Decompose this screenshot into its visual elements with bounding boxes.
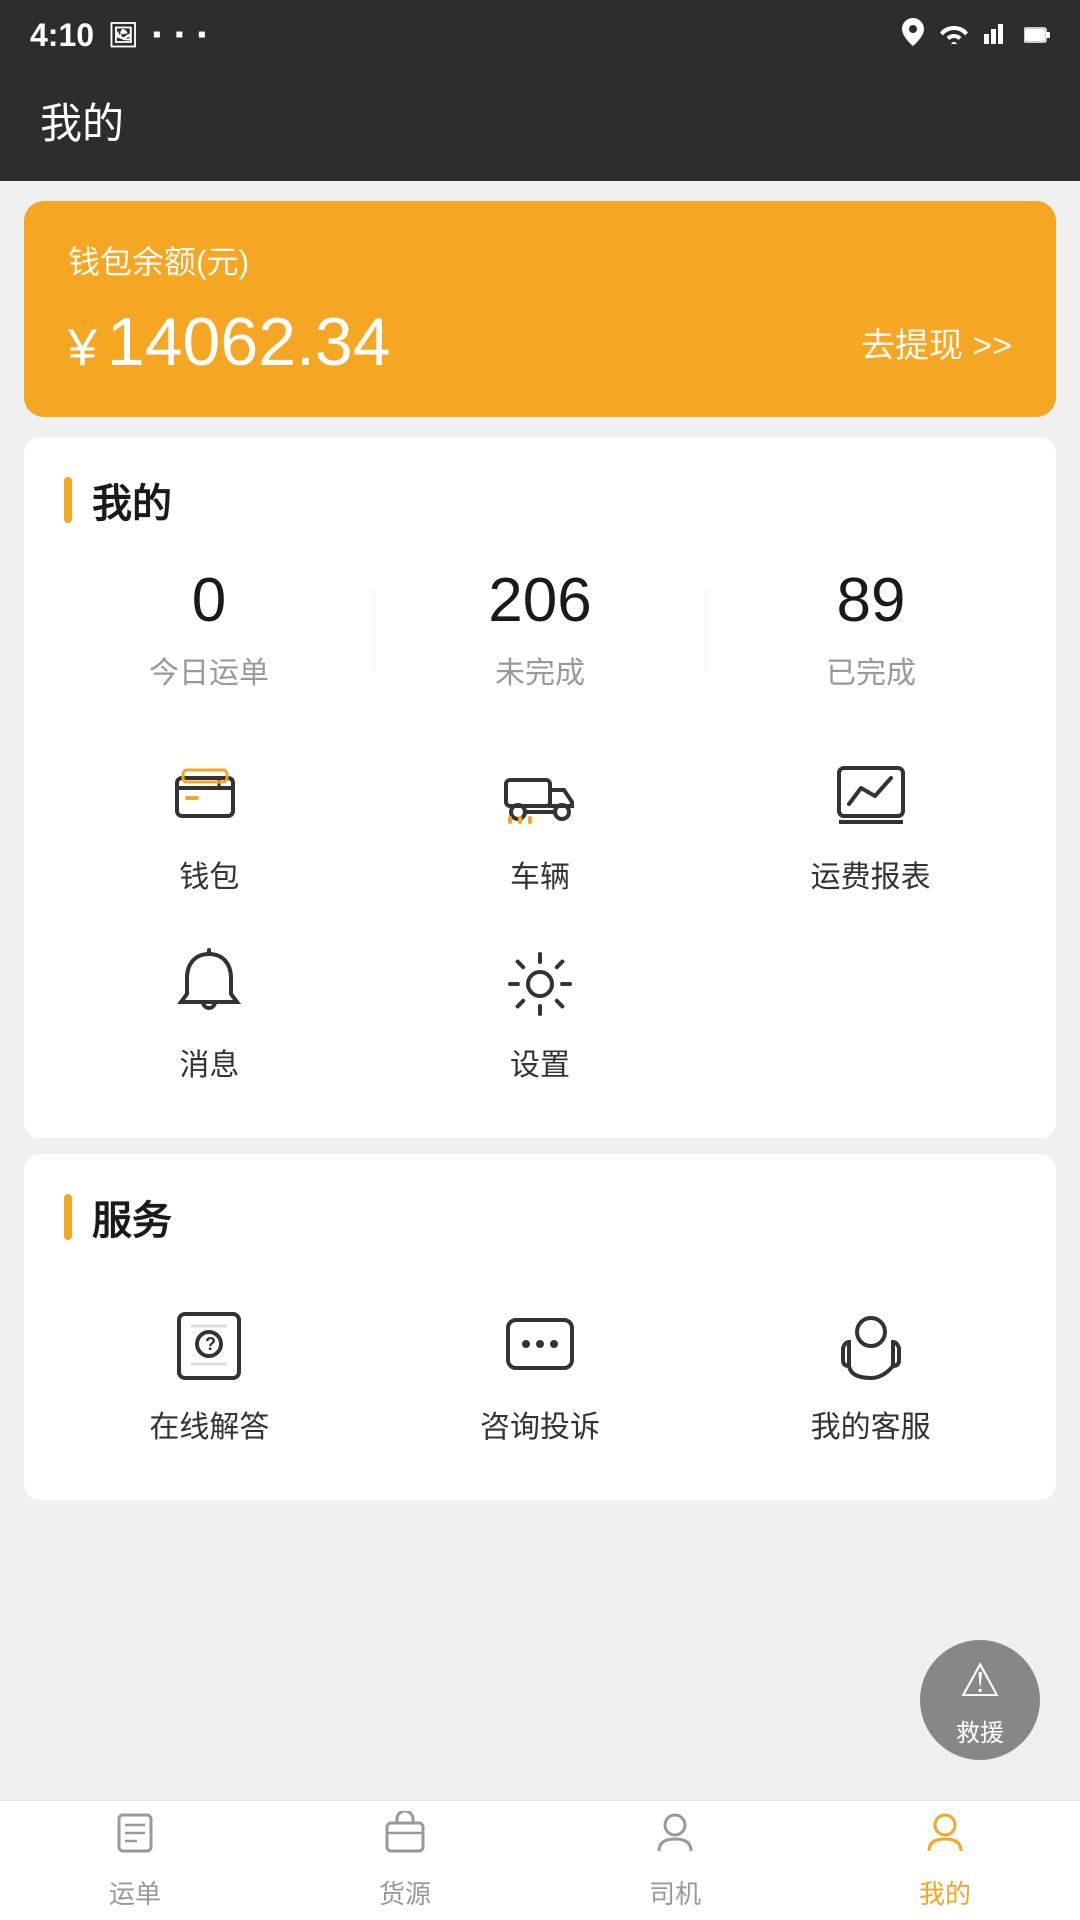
stat-today-number: 0: [192, 565, 226, 636]
my-section-title: 我的: [92, 471, 172, 529]
photo-icon: 🖼: [108, 21, 138, 50]
nav-cargo[interactable]: 货源: [270, 1811, 540, 1911]
status-right: [902, 18, 1050, 53]
support-icon: [831, 1306, 911, 1386]
my-icon-grid: 钱包 车辆: [24, 732, 1056, 1108]
stat-incomplete-label: 未完成: [495, 648, 585, 692]
cargo-icon: [383, 1811, 427, 1866]
my-section-card: 我的 0 今日运单 206 未完成 89 已完成: [24, 437, 1056, 1138]
vehicle-menu-item[interactable]: 车辆: [375, 732, 706, 920]
faq-menu-label: 在线解答: [149, 1402, 269, 1446]
nav-orders-label: 运单: [109, 1874, 161, 1911]
stat-complete[interactable]: 89 已完成: [706, 565, 1036, 692]
vehicle-menu-label: 车辆: [510, 852, 570, 896]
faq-menu-item[interactable]: ? 在线解答: [44, 1282, 375, 1470]
stat-incomplete[interactable]: 206 未完成: [375, 565, 705, 692]
chart-icon: [831, 756, 911, 836]
wallet-bottom: ¥14062.34 去提现 >>: [68, 303, 1012, 381]
wallet-card[interactable]: 钱包余额(元) ¥14062.34 去提现 >>: [24, 201, 1056, 417]
wallet-icon: [169, 756, 249, 836]
freight-report-label: 运费报表: [811, 852, 931, 896]
rescue-label: 救援: [956, 1713, 1004, 1748]
complaint-menu-label: 咨询投诉: [480, 1402, 600, 1446]
support-menu-item[interactable]: 我的客服: [705, 1282, 1036, 1470]
rescue-button[interactable]: ⚠ 救援: [920, 1640, 1040, 1760]
settings-icon: [500, 944, 580, 1024]
svg-text:?: ?: [205, 1334, 216, 1354]
nav-mine[interactable]: 我的: [810, 1811, 1080, 1911]
bottom-nav: 运单 货源 司机 我的: [0, 1800, 1080, 1920]
complaint-menu-item[interactable]: 咨询投诉: [375, 1282, 706, 1470]
section-bar: [64, 477, 72, 523]
wifi-icon: [940, 19, 968, 51]
driver-icon: [653, 1811, 697, 1866]
complaint-icon: [500, 1306, 580, 1386]
freight-report-menu-item[interactable]: 运费报表: [705, 732, 1036, 920]
service-section-header: 服务: [24, 1188, 1056, 1246]
signal-icon: [984, 19, 1008, 51]
currency-symbol: ¥: [68, 319, 97, 377]
status-time: 4:10: [30, 17, 94, 54]
nav-driver-label: 司机: [649, 1874, 701, 1911]
stat-today-orders[interactable]: 0 今日运单: [44, 565, 374, 692]
nav-orders[interactable]: 运单: [0, 1811, 270, 1911]
wallet-menu-item[interactable]: 钱包: [44, 732, 375, 920]
bell-icon: [169, 944, 249, 1024]
battery-icon: [1024, 19, 1050, 51]
square-icon-2: ▪: [175, 21, 184, 49]
service-section-title: 服务: [92, 1188, 172, 1246]
message-menu-label: 消息: [179, 1040, 239, 1084]
square-icon-1: ▪: [153, 21, 162, 49]
stat-complete-number: 89: [837, 565, 906, 636]
wallet-menu-label: 钱包: [179, 852, 239, 896]
nav-mine-label: 我的: [919, 1874, 971, 1911]
service-icon-grid: ? 在线解答 咨询投诉: [24, 1282, 1056, 1470]
message-menu-item[interactable]: 消息: [44, 920, 375, 1108]
page-header: 我的: [0, 70, 1080, 181]
settings-menu-item[interactable]: 设置: [375, 920, 706, 1108]
stats-row: 0 今日运单 206 未完成 89 已完成: [24, 565, 1056, 692]
rescue-icon: ⚠: [959, 1653, 1000, 1707]
orders-icon: [113, 1811, 157, 1866]
nav-driver[interactable]: 司机: [540, 1811, 810, 1911]
my-section-header: 我的: [24, 471, 1056, 529]
mine-icon: [923, 1811, 967, 1866]
location-icon: [902, 18, 924, 53]
wallet-value: 14062.34: [107, 304, 391, 380]
withdraw-button[interactable]: 去提现 >>: [861, 318, 1012, 367]
settings-menu-label: 设置: [510, 1040, 570, 1084]
service-section-bar: [64, 1194, 72, 1240]
stat-complete-label: 已完成: [826, 648, 916, 692]
stat-incomplete-number: 206: [488, 565, 591, 636]
faq-icon: ?: [169, 1306, 249, 1386]
service-section-card: 服务 ? 在线解答: [24, 1154, 1056, 1500]
support-menu-label: 我的客服: [811, 1402, 931, 1446]
wallet-amount: ¥14062.34: [68, 303, 391, 381]
stat-today-label: 今日运单: [149, 648, 269, 692]
truck-icon: [500, 756, 580, 836]
square-icon-3: ▪: [198, 21, 207, 49]
nav-cargo-label: 货源: [379, 1874, 431, 1911]
page-title: 我的: [40, 90, 1040, 151]
wallet-label: 钱包余额(元): [68, 237, 1012, 283]
status-left: 4:10 🖼 ▪ ▪ ▪: [30, 17, 206, 54]
status-bar: 4:10 🖼 ▪ ▪ ▪: [0, 0, 1080, 70]
